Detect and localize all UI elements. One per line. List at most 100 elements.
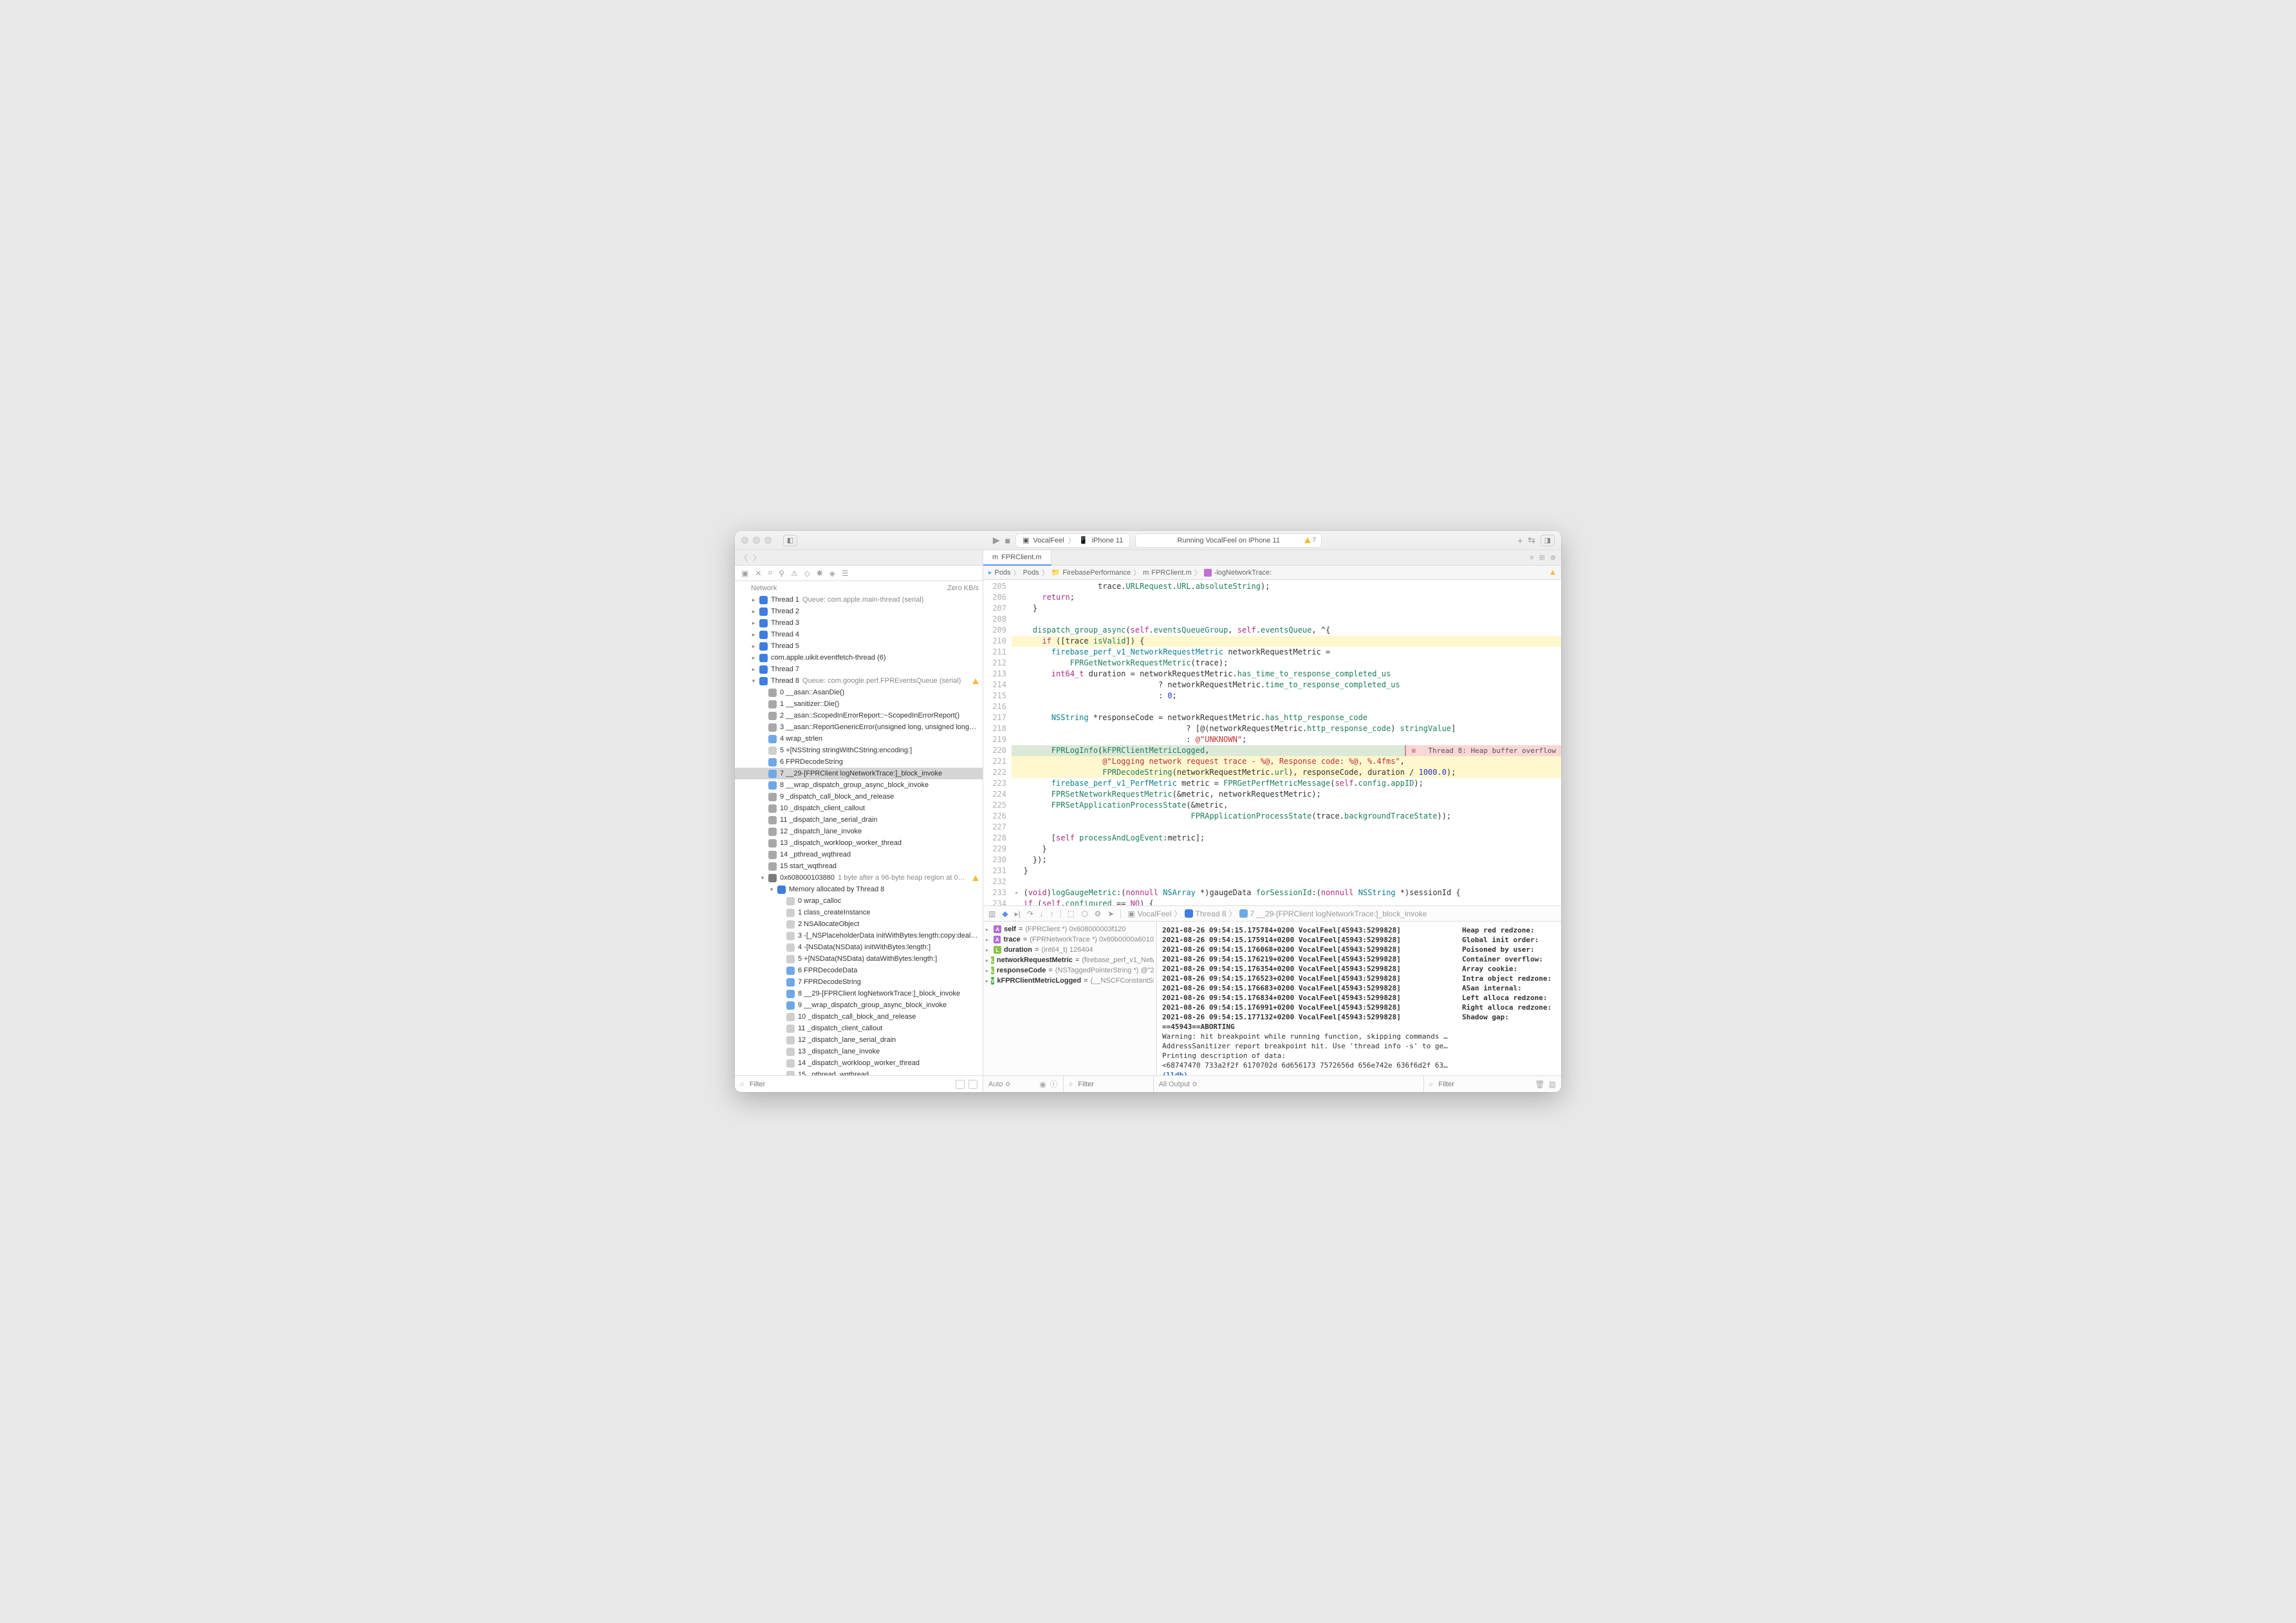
file-tab[interactable]: m FPRClient.m [983, 550, 1051, 566]
code-line[interactable]: if ([trace isValid]) { [1012, 636, 1561, 647]
stack-frame[interactable]: 15 _pthread_wqthread [735, 1069, 983, 1075]
stack-frame[interactable]: 10 _dispatch_call_block_and_release [735, 1011, 983, 1023]
stack-frame[interactable]: 7 FPRDecodeString [735, 976, 983, 988]
code-line[interactable]: @"Logging network request trace - %@, Re… [1012, 756, 1561, 767]
code-line[interactable]: FPRLogInfo(kFPRClientMetricLogged,≡ Thre… [1012, 745, 1561, 756]
debug-crumb[interactable]: ▣ VocalFeel 〉 Thread 8 〉 7 __29-[FPRClie… [1127, 908, 1427, 919]
variables-scope-selector[interactable]: Auto ≎ ◉ ⓘ [983, 1076, 1064, 1092]
console-output-selector[interactable]: All Output ≎ [1154, 1076, 1424, 1092]
stack-frame[interactable]: 11 _dispatch_lane_serial_drain [735, 814, 983, 826]
source-editor[interactable]: 2052062072082092102112122132142152162172… [983, 580, 1561, 905]
code-line[interactable] [1012, 701, 1561, 712]
memory-region[interactable]: ▾0x608000103880 1 byte after a 96-byte h… [735, 872, 983, 884]
stack-frame[interactable]: 3 __asan::ReportGenericError(unsigned lo… [735, 721, 983, 733]
variable-row[interactable]: ▸V kFPRClientMetricLogged = (__NSCFConst… [986, 976, 1154, 986]
issue-count[interactable]: 7 [1304, 537, 1317, 544]
variable-row[interactable]: ▸A trace = (FPRNetworkTrace *) 0x60b0000… [986, 934, 1154, 945]
stack-frame[interactable]: 15 start_wqthread [735, 860, 983, 872]
stack-frame[interactable]: 3 -[_NSPlaceholderData initWithBytes:len… [735, 930, 983, 941]
step-over-button[interactable]: ↷ [1027, 909, 1033, 918]
thread-tree[interactable]: NetworkZero KB/s▸Thread 1 Queue: com.app… [735, 581, 983, 1075]
issue-nav-icon[interactable]: ⚠ [791, 569, 798, 578]
code-review-button[interactable]: ⇆ [1528, 535, 1535, 546]
symbol-nav-icon[interactable]: ⌗ [768, 568, 772, 578]
code-line[interactable]: : 0; [1012, 691, 1561, 701]
stack-frame[interactable]: 13 _dispatch_lane_invoke [735, 1046, 983, 1057]
eye-icon[interactable]: ◉ [1039, 1080, 1046, 1089]
code-line[interactable] [1012, 876, 1561, 887]
variable-row[interactable]: ▸L networkRequestMetric = (firebase_perf… [986, 955, 1154, 965]
code-line[interactable]: - (void)logGaugeMetric:(nonnull NSArray … [1012, 887, 1561, 898]
stack-frame[interactable]: 14 _pthread_wqthread [735, 849, 983, 860]
breakpoint-nav-icon[interactable]: ◈ [829, 569, 835, 578]
thread-row[interactable]: ▸Thread 4 [735, 629, 983, 640]
report-nav-icon[interactable]: ☰ [842, 569, 849, 578]
toggle-inspectors-button[interactable]: ◨ [1541, 535, 1555, 546]
code-line[interactable]: trace.URLRequest.URL.absoluteString); [1012, 581, 1561, 592]
filter-threads-toggle[interactable] [956, 1080, 965, 1089]
stack-frame[interactable]: 6 FPRDecodeData [735, 965, 983, 976]
memory-alloc-thread[interactable]: ▾Memory allocated by Thread 8 [735, 884, 983, 895]
hide-debug-icon[interactable]: ▥ [988, 909, 995, 918]
history-icon[interactable]: ≡ [1530, 554, 1533, 562]
stack-frame[interactable]: 12 _dispatch_lane_invoke [735, 826, 983, 837]
stack-frame[interactable]: 4 wrap_strlen [735, 733, 983, 745]
stop-button[interactable]: ■ [1005, 535, 1010, 546]
code-line[interactable]: } [1012, 866, 1561, 876]
panels-icon[interactable]: ▥ [1549, 1080, 1556, 1089]
debug-view-icon[interactable]: ⬚ [1068, 909, 1075, 918]
console-output[interactable]: 2021-08-26 09:54:15.175784+0200 VocalFee… [1157, 922, 1561, 1075]
scheme-selector[interactable]: ▣ VocalFeel 〉 📱 iPhone 11 [1015, 533, 1130, 548]
stack-frame[interactable]: 2 __asan::ScopedInErrorReport::~ScopedIn… [735, 710, 983, 721]
stack-frame[interactable]: 8 __29-[FPRClient logNetworkTrace:]_bloc… [735, 988, 983, 999]
variable-row[interactable]: ▸L responseCode = (NSTaggedPointerString… [986, 965, 1154, 976]
stack-frame[interactable]: 1 __sanitizer::Die() [735, 698, 983, 710]
stack-frame[interactable]: 9 _dispatch_call_block_and_release [735, 791, 983, 802]
code-line[interactable]: } [1012, 603, 1561, 614]
breakpoints-toggle-icon[interactable]: ◆ [1002, 909, 1008, 918]
code-line[interactable]: NSString *responseCode = networkRequestM… [1012, 712, 1561, 723]
location-icon[interactable]: ➤ [1107, 909, 1114, 918]
console-filter-input[interactable] [1437, 1080, 1531, 1089]
close-window[interactable] [741, 537, 748, 544]
stack-frame[interactable]: 6 FPRDecodeString [735, 756, 983, 768]
lldb-prompt[interactable]: (lldb) [1162, 1070, 1452, 1075]
thread-row[interactable]: ▸Thread 5 [735, 640, 983, 652]
stack-frame[interactable]: 13 _dispatch_workloop_worker_thread [735, 837, 983, 849]
stack-frame[interactable]: 4 -[NSData(NSData) initWithBytes:length:… [735, 941, 983, 953]
code-line[interactable]: int64_t duration = networkRequestMetric.… [1012, 669, 1561, 680]
continue-button[interactable]: ▸| [1015, 909, 1021, 918]
nav-forward-button[interactable]: 〉 [753, 552, 761, 563]
thread-row[interactable]: ▸com.apple.uikit.eventfetch-thread (6) [735, 652, 983, 663]
memory-graph-icon[interactable]: ⬡ [1081, 909, 1088, 918]
code-line[interactable]: FPRSetApplicationProcessState(&metric, [1012, 800, 1561, 811]
code-line[interactable]: firebase_perf_v1_NetworkRequestMetric ne… [1012, 647, 1561, 658]
variable-row[interactable]: ▸A self = (FPRClient *) 0x608000003f120 [986, 924, 1154, 934]
code-line[interactable]: FPRSetNetworkRequestMetric(&metric, netw… [1012, 789, 1561, 800]
minimize-window[interactable] [753, 537, 760, 544]
step-out-button[interactable]: ↑ [1050, 909, 1054, 918]
code-line[interactable]: }); [1012, 855, 1561, 866]
code-line[interactable]: ? [@(networkRequestMetric.http_response_… [1012, 723, 1561, 734]
code-line[interactable]: : @"UNKNOWN"; [1012, 734, 1561, 745]
stack-frame[interactable]: 11 _dispatch_client_callout [735, 1023, 983, 1034]
code-line[interactable]: [self processAndLogEvent:metric]; [1012, 833, 1561, 844]
info-icon[interactable]: ⓘ [1050, 1079, 1058, 1090]
activity-status[interactable]: Running VocalFeel on iPhone 11 7 [1135, 533, 1322, 548]
code-line[interactable]: dispatch_group_async(self.eventsQueueGro… [1012, 625, 1561, 636]
add-button[interactable]: + [1517, 535, 1523, 546]
project-nav-icon[interactable]: ▣ [741, 569, 748, 578]
toggle-navigator-button[interactable]: ◧ [783, 535, 797, 546]
stack-frame[interactable]: 10 _dispatch_client_callout [735, 802, 983, 814]
variable-row[interactable]: ▸L duration = (int64_t) 126404 [986, 945, 1154, 955]
error-annotation[interactable]: ≡ Thread 8: Heap buffer overflow [1405, 745, 1561, 756]
variables-view[interactable]: ▸A self = (FPRClient *) 0x608000003f120▸… [983, 922, 1157, 1075]
jump-bar[interactable]: ▸ Pods〉 Pods〉 📁FirebasePerformance〉 mFPR… [983, 566, 1561, 580]
thread-row[interactable]: ▸Thread 2 [735, 606, 983, 617]
adjust-editor-icon[interactable]: ⊞ [1539, 553, 1545, 562]
code-line[interactable]: FPRGetNetworkRequestMetric(trace); [1012, 658, 1561, 669]
thread-row[interactable]: ▸Thread 3 [735, 617, 983, 629]
stack-frame[interactable]: 1 class_createInstance [735, 907, 983, 918]
find-nav-icon[interactable]: ⚲ [779, 569, 784, 578]
stack-frame[interactable]: 5 +[NSString stringWithCString:encoding:… [735, 745, 983, 756]
